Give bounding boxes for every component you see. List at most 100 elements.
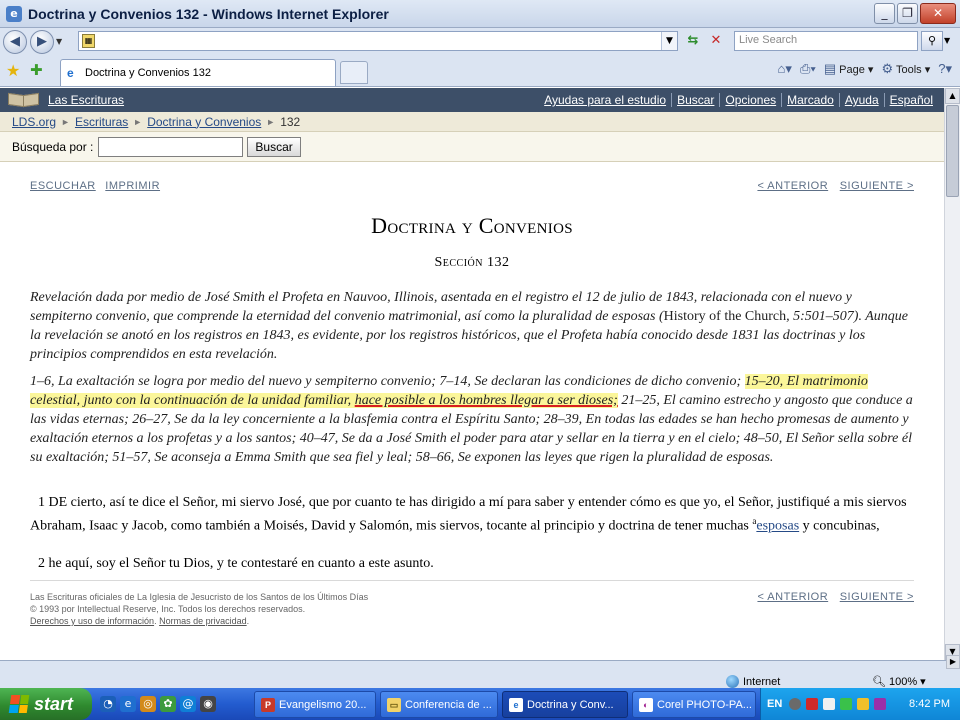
address-toolbar: ◀ ▶ ▼ ▦ ▼ ⇆ ✕ Live Search ⚲ ▼ bbox=[0, 28, 960, 55]
window-controls: _ ❐ ✕ bbox=[874, 3, 956, 24]
chapter-nav-bottom: < ANTERIOR SIGUIENTE > bbox=[749, 591, 914, 603]
stop-icon[interactable]: ✕ bbox=[707, 33, 725, 51]
minimize-button[interactable]: _ bbox=[874, 3, 895, 24]
scroll-up-icon[interactable]: ▲ bbox=[945, 88, 960, 104]
forward-button[interactable]: ▶ bbox=[30, 29, 54, 54]
verse-1-end: y concubinas, bbox=[799, 518, 880, 534]
search-icon[interactable]: ⚲ bbox=[921, 31, 943, 51]
task-conferencia[interactable]: ▭ Conferencia de ... bbox=[380, 691, 498, 718]
scroll-right-icon[interactable]: ▶ bbox=[946, 655, 960, 669]
page-icon: ▦ bbox=[82, 34, 95, 48]
breadcrumb-lds[interactable]: LDS.org bbox=[12, 115, 56, 129]
terms-link[interactable]: Derechos y uso de información bbox=[30, 616, 154, 626]
tray-disc-icon[interactable] bbox=[789, 698, 802, 710]
tray-network-icon[interactable] bbox=[840, 698, 853, 710]
listen-link[interactable]: ESCUCHAR bbox=[30, 180, 96, 192]
home-icon[interactable]: ⌂▾ bbox=[778, 61, 792, 77]
prev-chapter-link-bottom[interactable]: < ANTERIOR bbox=[757, 591, 828, 603]
scriptures-book-icon bbox=[8, 92, 42, 108]
section-introduction: Revelación dada por medio de José Smith … bbox=[30, 288, 914, 364]
breadcrumb-dc[interactable]: Doctrina y Convenios bbox=[147, 115, 261, 129]
security-zone: Internet bbox=[726, 675, 780, 688]
live-search-input[interactable]: Live Search bbox=[734, 31, 918, 51]
breadcrumb-separator-icon: ► bbox=[266, 116, 276, 127]
tray-security-icon[interactable] bbox=[806, 698, 819, 710]
search-label: Búsqueda por : bbox=[12, 139, 94, 154]
gear-icon: ⚙ bbox=[881, 61, 894, 76]
quicklaunch-ie-icon[interactable]: e bbox=[120, 696, 136, 712]
task-evangelismo[interactable]: P Evangelismo 20... bbox=[254, 691, 376, 718]
status-bar: ▶ Internet 🔍︎ 100% ▾ bbox=[0, 655, 960, 689]
favorites-star-icon[interactable]: ★ bbox=[6, 61, 20, 80]
system-tray: EN 8:42 PM bbox=[760, 688, 960, 720]
page-menu-label: Page bbox=[839, 64, 865, 76]
zoom-dropdown-icon: ▾ bbox=[920, 676, 926, 688]
task-doctrina[interactable]: e Doctrina y Conv... bbox=[502, 691, 628, 718]
tray-update-icon[interactable] bbox=[857, 698, 870, 710]
tab-doctrina-convenios[interactable]: e Doctrina y Convenios 132 bbox=[60, 59, 336, 86]
section-title: Sección 132 bbox=[434, 255, 510, 270]
powerpoint-icon: P bbox=[261, 697, 275, 712]
tools-menu-label: Tools bbox=[895, 64, 922, 76]
page-menu[interactable]: ▤ Page ▾ bbox=[824, 61, 874, 77]
zoom-magnifier-icon: 🔍︎ bbox=[872, 676, 886, 688]
language-indicator[interactable]: EN bbox=[767, 698, 782, 710]
tools-menu[interactable]: ⚙ Tools ▾ bbox=[881, 61, 930, 77]
intro-source: History of the Church bbox=[663, 309, 787, 324]
prev-chapter-link[interactable]: < ANTERIOR bbox=[757, 180, 828, 192]
add-favorite-icon[interactable]: ✚ bbox=[30, 61, 43, 79]
restore-button[interactable]: ❐ bbox=[897, 3, 918, 24]
next-chapter-link-bottom[interactable]: SIGUIENTE > bbox=[840, 591, 914, 603]
footer-divider bbox=[30, 580, 914, 581]
nav-search[interactable]: Buscar bbox=[671, 93, 719, 107]
close-button[interactable]: ✕ bbox=[920, 3, 956, 24]
task-label: Corel PHOTO-PA... bbox=[657, 698, 752, 711]
next-chapter-link[interactable]: SIGUIENTE > bbox=[840, 180, 914, 192]
breadcrumb-scriptures[interactable]: Escrituras bbox=[75, 115, 128, 129]
print-link[interactable]: IMPRIMIR bbox=[105, 180, 160, 192]
new-tab-button[interactable] bbox=[340, 61, 368, 84]
nav-options[interactable]: Opciones bbox=[719, 93, 781, 107]
back-button[interactable]: ◀ bbox=[3, 29, 27, 54]
book-title: Doctrina y Convenios bbox=[371, 213, 573, 238]
site-name-link[interactable]: Las Escrituras bbox=[48, 93, 124, 107]
taskbar: start ◔ e ◎ ✿ @ ◉ P Evangelismo 20... ▭ … bbox=[0, 688, 960, 720]
tray-app-icon[interactable] bbox=[874, 698, 887, 710]
quicklaunch-media-icon[interactable]: ◎ bbox=[140, 696, 156, 712]
quicklaunch-outlook-icon[interactable]: @ bbox=[180, 696, 196, 712]
horizontal-scrollbar[interactable]: ▶ bbox=[0, 655, 960, 673]
nav-help[interactable]: Ayuda bbox=[838, 93, 884, 107]
privacy-link[interactable]: Normas de privacidad bbox=[159, 616, 247, 626]
summary-highlight-underlined: hace posible a los hombres llegar a ser … bbox=[354, 393, 618, 408]
task-corel[interactable]: ◐ Corel PHOTO-PA... bbox=[632, 691, 756, 718]
tray-volume-icon[interactable] bbox=[823, 698, 836, 710]
nav-language[interactable]: Español bbox=[883, 93, 938, 107]
start-button[interactable]: start bbox=[0, 688, 92, 720]
page-tools: ESCUCHAR IMPRIMIR < ANTERIOR SIGUIENTE > bbox=[30, 180, 914, 192]
footnote-link-esposas[interactable]: esposas bbox=[756, 519, 799, 534]
refresh-icon[interactable]: ⇆ bbox=[683, 33, 703, 51]
print-icon[interactable]: ⎙▾ bbox=[800, 61, 816, 77]
windows-flag-icon bbox=[8, 695, 30, 713]
vertical-scrollbar[interactable]: ▲ ▼ bbox=[944, 88, 960, 660]
scripture-search-button[interactable]: Buscar bbox=[247, 136, 301, 157]
history-dropdown-icon[interactable]: ▼ bbox=[56, 37, 66, 46]
site-nav: Ayudas para el estudio Buscar Opciones M… bbox=[539, 93, 938, 107]
quicklaunch-desktop-icon[interactable]: ◉ bbox=[200, 696, 216, 712]
window-title: Doctrina y Convenios 132 - Windows Inter… bbox=[28, 5, 389, 22]
nav-marking[interactable]: Marcado bbox=[781, 93, 839, 107]
zoom-control[interactable]: 🔍︎ 100% ▾ bbox=[872, 675, 926, 689]
window-titlebar: e Doctrina y Convenios 132 - Windows Int… bbox=[0, 0, 960, 28]
search-dropdown-icon[interactable]: ▼ bbox=[944, 36, 950, 45]
scripture-content: ESCUCHAR IMPRIMIR < ANTERIOR SIGUIENTE >… bbox=[0, 163, 944, 660]
zone-label: Internet bbox=[743, 675, 781, 688]
nav-study-helps[interactable]: Ayudas para el estudio bbox=[539, 93, 671, 107]
scripture-search-input[interactable] bbox=[98, 136, 244, 157]
task-label: Doctrina y Conv... bbox=[527, 698, 614, 711]
address-bar[interactable]: ▦ ▼ bbox=[78, 31, 678, 51]
quicklaunch-network-icon[interactable]: ✿ bbox=[160, 696, 176, 712]
scroll-thumb[interactable] bbox=[946, 105, 959, 197]
quicklaunch-app-icon[interactable]: ◔ bbox=[100, 696, 116, 712]
help-icon[interactable]: ?▾ bbox=[938, 61, 952, 77]
address-dropdown-icon[interactable]: ▼ bbox=[661, 32, 677, 50]
